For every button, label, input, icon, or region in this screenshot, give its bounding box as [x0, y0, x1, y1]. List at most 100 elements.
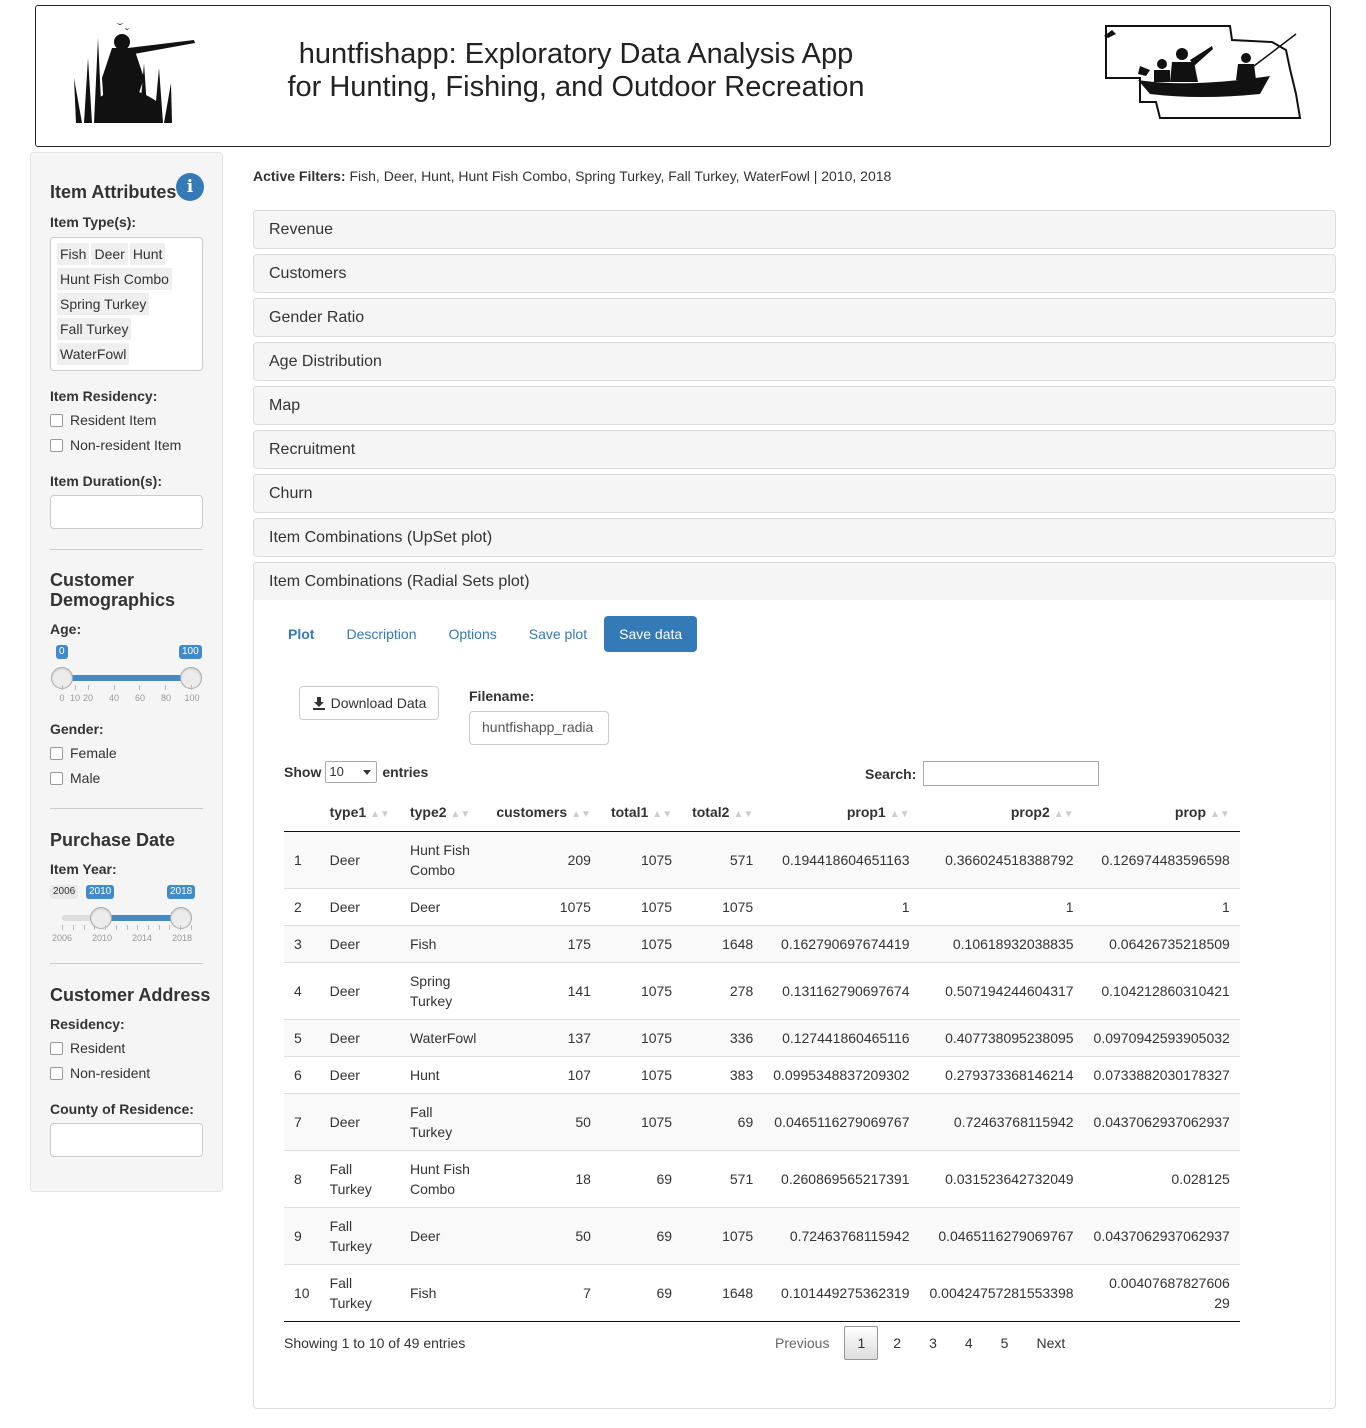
- item-type-chip[interactable]: Hunt Fish Combo: [57, 268, 172, 290]
- nonresident-item-checkbox[interactable]: Non-resident Item: [50, 437, 181, 453]
- pager-next[interactable]: Next: [1023, 1326, 1078, 1360]
- tab-options[interactable]: Options: [433, 616, 511, 652]
- checkbox-box[interactable]: [50, 746, 63, 760]
- panel-title: Recruitment: [269, 441, 356, 458]
- pager-page-3[interactable]: 3: [916, 1326, 950, 1360]
- tab-plot[interactable]: Plot: [273, 616, 329, 652]
- item-year-slider[interactable]: 2006 2010 2018 2006 2010 2014 2018: [50, 885, 203, 953]
- item-type-chip[interactable]: Fall Turkey: [57, 318, 132, 340]
- item-type-chip[interactable]: Deer: [91, 243, 128, 265]
- table-row[interactable]: 1 Deer Hunt Fish Combo 209 1075 571 0.19441860…: [284, 831, 1240, 888]
- female-checkbox[interactable]: Female: [50, 745, 117, 761]
- item-types-select[interactable]: Fish Deer Hunt Hunt Fish Combo Spring Turk…: [50, 237, 203, 371]
- table-cell: 1075: [486, 887, 601, 925]
- table-cell: 69: [600, 1206, 683, 1264]
- col-header-customers[interactable]: customers ▲▼: [486, 793, 601, 832]
- resident-item-checkbox[interactable]: Resident Item: [50, 412, 156, 428]
- pager-page-4[interactable]: 4: [952, 1326, 986, 1360]
- panel-radial-sets-plot[interactable]: Item Combinations (Radial Sets plot): [253, 562, 1336, 601]
- pager-page-5[interactable]: 5: [988, 1326, 1022, 1360]
- age-label: Age:: [50, 621, 82, 637]
- panel-recruitment[interactable]: Recruitment: [253, 430, 1336, 469]
- table-row[interactable]: 9 Fall Turkey Deer 50 69 1075 0.72463768115942…: [284, 1206, 1240, 1264]
- item-residency-label: Item Residency:: [50, 388, 158, 404]
- tab-description[interactable]: Description: [331, 616, 431, 652]
- table-cell: 0.194418604651163: [782, 851, 910, 868]
- sort-icon: ▲▼: [889, 808, 910, 820]
- table-row[interactable]: 8 Fall Turkey Hunt Fish Combo 18 69 571 0.2608…: [284, 1149, 1240, 1207]
- table-cell: 0.279373368146214: [919, 1055, 1084, 1093]
- table-cell: 7: [284, 1092, 320, 1150]
- checkbox-box[interactable]: [50, 1066, 63, 1080]
- slider-from-tag: 0: [56, 645, 68, 659]
- title-line-1: huntfishapp: Exploratory Data Analysis A…: [298, 38, 854, 70]
- table-cell: Spring Turkey: [399, 961, 487, 1019]
- search-input[interactable]: [923, 761, 1100, 786]
- panel-title: Revenue: [269, 221, 334, 238]
- col-header-prop2[interactable]: prop2 ▲▼: [919, 793, 1084, 832]
- table-cell: Hunt Fish Combo: [399, 1149, 487, 1207]
- item-type-chip[interactable]: WaterFowl: [57, 343, 130, 365]
- checkbox-box[interactable]: [50, 438, 63, 452]
- table-row[interactable]: 4 Deer Spring Turkey 141 1075 278 0.1311627906…: [284, 961, 1240, 1019]
- table-row[interactable]: 5 Deer WaterFowl 137 1075 336 0.12744186046511…: [284, 1018, 1240, 1056]
- download-icon: [312, 697, 325, 710]
- table-row[interactable]: 2 Deer Deer 1075 1075 1075 1 1 1: [284, 887, 1240, 925]
- item-type-chip[interactable]: Spring Turkey: [57, 293, 150, 315]
- panel-customers[interactable]: Customers: [253, 254, 1336, 293]
- show-label: Show: [284, 764, 322, 780]
- info-icon[interactable]: i: [176, 173, 204, 201]
- checkbox-label: Male: [70, 770, 101, 786]
- panel-upset-plot[interactable]: Item Combinations (UpSet plot): [253, 518, 1336, 557]
- panel-gender-ratio[interactable]: Gender Ratio: [253, 298, 1336, 337]
- panel-title: Item Combinations (UpSet plot): [269, 529, 493, 546]
- panel-age-distribution[interactable]: Age Distribution: [253, 342, 1336, 381]
- col-header-total2[interactable]: total2 ▲▼: [682, 793, 764, 832]
- col-header-type2[interactable]: type2 ▲▼: [399, 793, 487, 832]
- checkbox-box[interactable]: [50, 413, 63, 427]
- col-header-prop1[interactable]: prop1 ▲▼: [763, 793, 920, 832]
- table-row[interactable]: 7 Deer Fall Turkey 50 1075 69 0.04651162790697…: [284, 1092, 1240, 1150]
- sort-icon: ▲▼: [733, 808, 754, 820]
- table-cell: 1075: [600, 1055, 683, 1093]
- panel-title: Map: [269, 397, 301, 414]
- table-cell: 10: [284, 1263, 320, 1322]
- table-row[interactable]: 6 Deer Hunt 107 1075 383 0.0995348837209302 0.2…: [284, 1055, 1240, 1093]
- col-header-type1[interactable]: type1 ▲▼: [319, 793, 400, 832]
- table-cell: 50: [486, 1092, 601, 1150]
- entries-select[interactable]: 10: [325, 761, 378, 783]
- table-row[interactable]: 3 Deer Fish 175 1075 1648 0.162790697674419 0.1…: [284, 924, 1240, 962]
- male-checkbox[interactable]: Male: [50, 770, 100, 786]
- table-row[interactable]: 10 Fall Turkey Fish 7 69 1648 0.10144927536231…: [284, 1263, 1240, 1322]
- panel-revenue[interactable]: Revenue: [253, 210, 1336, 249]
- table-cell: 0.101449275362319: [763, 1263, 920, 1322]
- item-type-chip[interactable]: Fish: [57, 243, 90, 265]
- filename-input[interactable]: huntfishapp_radia: [469, 711, 609, 745]
- table-cell: 50: [486, 1206, 601, 1264]
- tab-save-data[interactable]: Save data: [604, 616, 698, 652]
- sort-icon: ▲▼: [652, 808, 673, 820]
- age-slider[interactable]: 0 100 0 10 20 40 60 80 100: [50, 645, 203, 713]
- checkbox-box[interactable]: [50, 771, 63, 785]
- checkbox-box[interactable]: [50, 1041, 63, 1055]
- tab-save-plot[interactable]: Save plot: [514, 616, 602, 652]
- col-header-prop[interactable]: prop ▲▼: [1083, 793, 1240, 832]
- panel-churn[interactable]: Churn: [253, 474, 1336, 513]
- item-type-chip[interactable]: Hunt: [129, 243, 166, 265]
- item-duration-input[interactable]: [50, 495, 203, 529]
- download-data-button[interactable]: Download Data: [299, 686, 439, 720]
- nonresident-checkbox[interactable]: Non-resident: [50, 1065, 150, 1081]
- pager-previous[interactable]: Previous: [762, 1326, 842, 1360]
- checkbox-label: Non-resident: [70, 1065, 151, 1081]
- resident-checkbox[interactable]: Resident: [50, 1040, 125, 1056]
- table-header-row: type1 ▲▼ type2 ▲▼ customers ▲▼ total1 ▲▼ tot…: [284, 793, 1240, 832]
- panel-map[interactable]: Map: [253, 386, 1336, 425]
- table-cell: 6: [284, 1055, 320, 1093]
- col-header-total1[interactable]: total1 ▲▼: [600, 793, 683, 832]
- county-input[interactable]: [50, 1123, 203, 1157]
- pager-page-2[interactable]: 2: [880, 1326, 914, 1360]
- table-cell: Deer: [319, 961, 400, 1019]
- pager-page-1[interactable]: 1: [844, 1326, 879, 1360]
- table-search: Search:: [865, 761, 1100, 786]
- sort-icon: ▲▼: [571, 808, 591, 820]
